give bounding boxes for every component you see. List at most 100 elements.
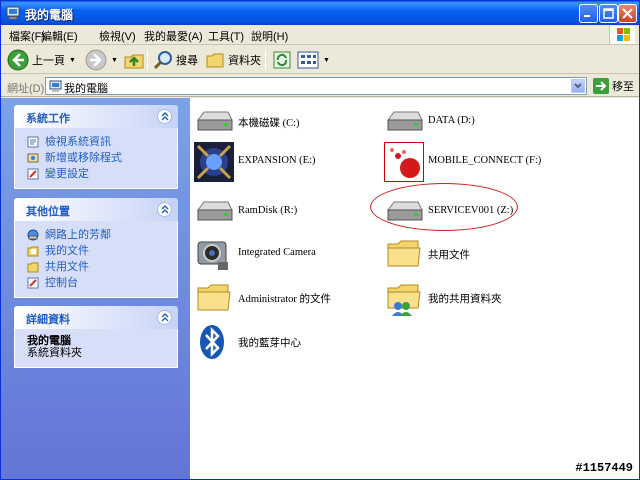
integrated-camera-label: Integrated Camera xyxy=(238,247,316,258)
collapse-icon[interactable] xyxy=(157,310,172,325)
network-places-link[interactable]: 網路上的芳鄰 xyxy=(15,227,177,243)
other-places-body: 網路上的芳鄰 我的文件 共用文件 控制台 xyxy=(14,221,178,298)
menu-edit[interactable]: 編輯(E) xyxy=(41,28,78,44)
folder-icon xyxy=(197,284,231,311)
views-button[interactable]: ▼ xyxy=(297,48,330,72)
drive-d[interactable]: DATA (D:) xyxy=(384,102,564,146)
shared-folder-icon xyxy=(387,284,421,316)
expansion-drive-icon xyxy=(194,142,234,182)
network-icon xyxy=(27,229,39,241)
shared-documents-link[interactable]: 共用文件 xyxy=(15,259,177,275)
other-places-title: 其他位置 xyxy=(26,206,70,218)
task-pane: 系統工作 檢視系統資訊 新增或移除程式 變更設定 其他位置 網路上的芳鄰 我的文… xyxy=(1,98,190,479)
drive-r-label: RamDisk (R:) xyxy=(238,205,298,216)
go-label: 移至 xyxy=(612,81,634,93)
maximize-icon xyxy=(603,8,614,19)
my-documents-label: 我的文件 xyxy=(45,245,89,257)
go-button[interactable]: 移至 xyxy=(593,78,634,94)
views-icon xyxy=(297,51,319,69)
window-title: 我的電腦 xyxy=(25,8,74,22)
sync-icon xyxy=(273,51,291,69)
other-places-header[interactable]: 其他位置 xyxy=(14,198,178,221)
drive-e[interactable]: EXPANSION (E:) xyxy=(194,142,374,186)
explorer-window: 我的電腦 檔案(F) 編輯(E) 檢視(V) 我的最愛(A) 工具(T) 說明(… xyxy=(0,0,640,480)
add-remove-programs-link[interactable]: 新增或移除程式 xyxy=(15,150,177,166)
collapse-icon[interactable] xyxy=(157,202,172,217)
back-button[interactable]: 上一頁 ▼ xyxy=(7,48,76,72)
administrator-documents[interactable]: Administrator 的文件 xyxy=(194,278,374,322)
up-folder-button[interactable] xyxy=(123,48,145,72)
back-dropdown-icon[interactable]: ▼ xyxy=(69,57,76,64)
search-label: 搜尋 xyxy=(176,55,198,67)
menu-favorites[interactable]: 我的最愛(A) xyxy=(144,28,203,44)
folder-icon xyxy=(387,240,421,267)
menu-view[interactable]: 檢視(V) xyxy=(99,28,136,44)
menu-file[interactable]: 檔案(F) xyxy=(9,28,45,44)
sync-button[interactable] xyxy=(272,48,292,72)
toolbar: 上一頁 ▼ ▼ 搜尋 資料夾 ▼ xyxy=(1,46,639,74)
system-tasks-body: 檢視系統資訊 新增或移除程式 變更設定 xyxy=(14,128,178,189)
administrator-documents-label: Administrator 的文件 xyxy=(238,294,332,305)
bluetooth-center-label: 我的藍芽中心 xyxy=(238,338,301,349)
address-value: 我的電腦 xyxy=(64,83,108,95)
control-panel-icon xyxy=(27,277,39,289)
drive-c[interactable]: 本機磁碟 (C:) xyxy=(194,102,374,146)
drive-r[interactable]: RamDisk (R:) xyxy=(194,192,374,236)
drive-c-label: 本機磁碟 (C:) xyxy=(238,118,300,129)
details-panel: 詳細資料 我的電腦 系統資料夾 xyxy=(14,306,178,368)
my-shared-folder[interactable]: 我的共用資料夾 xyxy=(384,278,564,322)
add-remove-programs-icon xyxy=(27,153,39,163)
drive-e-label: EXPANSION (E:) xyxy=(238,155,316,166)
system-tasks-title: 系統工作 xyxy=(26,113,70,125)
integrated-camera[interactable]: Integrated Camera xyxy=(194,234,374,278)
add-remove-programs-label: 新增或移除程式 xyxy=(45,152,122,164)
drive-d-label: DATA (D:) xyxy=(428,115,475,126)
minimize-button[interactable] xyxy=(579,4,598,23)
close-icon xyxy=(622,8,633,19)
collapse-icon[interactable] xyxy=(157,109,172,124)
change-settings-link[interactable]: 變更設定 xyxy=(15,166,177,182)
system-tasks-panel: 系統工作 檢視系統資訊 新增或移除程式 變更設定 xyxy=(14,105,178,189)
forward-dropdown-icon[interactable]: ▼ xyxy=(111,57,118,64)
go-arrow-icon xyxy=(593,78,609,94)
my-documents-link[interactable]: 我的文件 xyxy=(15,243,177,259)
control-panel-icon xyxy=(27,168,39,180)
details-header[interactable]: 詳細資料 xyxy=(14,306,178,329)
control-panel-label: 控制台 xyxy=(45,277,78,289)
camera-icon xyxy=(197,241,228,270)
my-documents-icon xyxy=(27,246,39,257)
menu-help[interactable]: 說明(H) xyxy=(251,28,288,44)
view-system-info-link[interactable]: 檢視系統資訊 xyxy=(15,134,177,150)
hard-drive-icon xyxy=(387,111,423,131)
details-body: 我的電腦 系統資料夾 xyxy=(14,329,178,368)
menu-tools[interactable]: 工具(T) xyxy=(208,28,244,44)
drive-f[interactable]: MOBILE_CONNECT (F:) xyxy=(384,142,584,186)
details-name: 我的電腦 xyxy=(27,335,71,347)
maximize-button[interactable] xyxy=(599,4,618,23)
system-info-icon xyxy=(27,136,39,148)
close-button[interactable] xyxy=(618,4,637,23)
minimize-icon xyxy=(584,15,590,17)
hard-drive-icon xyxy=(197,201,233,221)
folder-icon xyxy=(27,262,39,273)
system-tasks-header[interactable]: 系統工作 xyxy=(14,105,178,128)
my-computer-small-icon xyxy=(49,80,62,92)
folders-icon xyxy=(206,53,224,68)
main-content: 本機磁碟 (C:) DATA (D:) EXPANSION (E:) MOBIL… xyxy=(190,98,639,479)
drive-f-label: MOBILE_CONNECT (F:) xyxy=(428,155,542,166)
address-label: 網址(D) xyxy=(7,83,45,95)
control-panel-link[interactable]: 控制台 xyxy=(15,275,177,291)
shared-documents[interactable]: 共用文件 xyxy=(384,234,564,278)
other-places-panel: 其他位置 網路上的芳鄰 我的文件 共用文件 控制台 xyxy=(14,198,178,298)
address-input[interactable]: 我的電腦 xyxy=(45,77,587,95)
folders-button[interactable]: 資料夾 xyxy=(205,48,261,72)
bluetooth-center[interactable]: 我的藍芽中心 xyxy=(194,322,374,366)
network-places-label: 網路上的芳鄰 xyxy=(45,229,111,241)
chevron-down-icon xyxy=(574,83,582,89)
title-bar[interactable]: 我的電腦 xyxy=(1,1,639,25)
address-dropdown-button[interactable] xyxy=(571,79,585,93)
search-button[interactable]: 搜尋 xyxy=(153,48,198,72)
views-dropdown-icon[interactable]: ▼ xyxy=(323,57,330,64)
folders-label: 資料夾 xyxy=(228,55,261,67)
forward-button[interactable]: ▼ xyxy=(85,48,118,72)
